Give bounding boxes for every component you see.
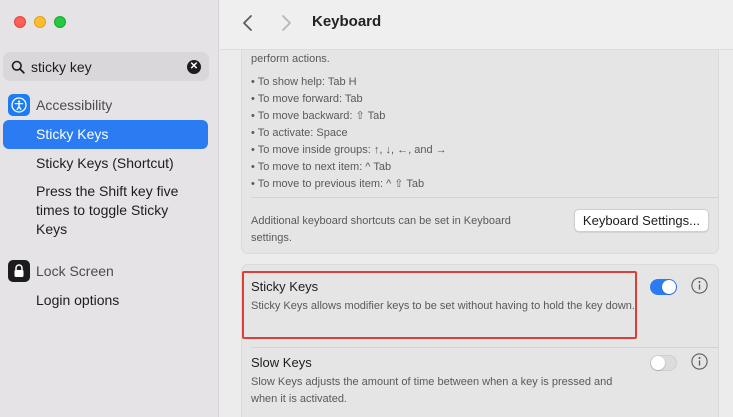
search-field[interactable]: sticky key ✕ [3,52,209,81]
chevron-left-icon[interactable] [240,13,256,33]
shortcut-list: • To show help: Tab H • To move forward:… [251,74,447,193]
window-controls [14,16,66,28]
chevron-right-icon[interactable] [278,13,294,33]
setting-description-slow-keys: Slow Keys adjusts the amount of time bet… [251,376,613,405]
sidebar-item-sticky-keys[interactable]: Sticky Keys [3,120,208,149]
shortcut-line: • To activate: Space [251,127,348,139]
divider [251,347,718,348]
toggle-knob [651,356,665,370]
clear-x-icon[interactable]: ✕ [187,59,201,74]
titlebar: Keyboard [220,0,733,50]
shortcut-line: • To move to previous item: ^ ⇧ Tab [251,178,425,190]
toggle-knob [662,280,676,294]
sidebar: sticky key ✕ Accessibility Sticky Keys S… [0,0,219,417]
search-input[interactable]: sticky key [31,59,187,75]
intro-text: perform actions. [251,53,330,65]
sticky-keys-toggle[interactable] [650,279,677,295]
additional-shortcuts-note: Additional keyboard shortcuts can be set… [251,215,511,244]
shortcuts-panel: perform actions. • To show help: Tab H •… [241,40,719,254]
sidebar-group-lock-screen[interactable]: Lock Screen [8,260,114,282]
shortcut-line: • To move inside groups: ↑, ↓, ←, and → [251,144,447,156]
info-icon[interactable] [691,277,708,294]
keyboard-settings-button[interactable]: Keyboard Settings... [573,209,709,232]
sidebar-item-login-options[interactable]: Login options [3,291,208,310]
accessibility-icon [8,94,30,116]
page-title: Keyboard [312,13,382,30]
zoom-window-button[interactable] [54,16,66,28]
info-icon[interactable] [691,353,708,370]
slow-keys-toggle[interactable] [650,355,677,371]
shortcut-line: • To move forward: Tab [251,93,363,105]
sidebar-item-shift-toggle[interactable]: Press the Shift key five times to toggle… [3,182,183,239]
divider [251,197,718,198]
key-settings-panel: Sticky Keys Sticky Keys allows modifier … [241,264,719,417]
sidebar-group-accessibility[interactable]: Accessibility [8,94,112,116]
magnifying-glass-icon [11,60,25,74]
shortcut-line: • To move to next item: ^ Tab [251,161,392,173]
shortcut-line: • To show help: Tab H [251,76,357,88]
lock-icon [8,260,30,282]
minimize-window-button[interactable] [34,16,46,28]
sidebar-item-sticky-keys-shortcut[interactable]: Sticky Keys (Shortcut) [3,154,208,173]
sidebar-group-label: Accessibility [36,97,113,113]
main-content: perform actions. • To show help: Tab H •… [220,0,733,417]
setting-title-sticky-keys: Sticky Keys [251,279,319,294]
shortcut-line: • To move backward: ⇧ Tab [251,110,386,122]
sidebar-group-label: Lock Screen [36,263,114,279]
setting-title-slow-keys: Slow Keys [251,355,312,370]
close-window-button[interactable] [14,16,26,28]
setting-description-sticky-keys: Sticky Keys allows modifier keys to be s… [251,300,635,312]
